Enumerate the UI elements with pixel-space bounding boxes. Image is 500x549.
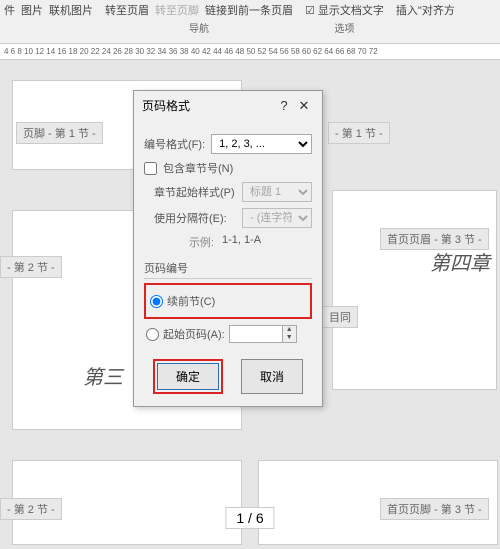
cancel-button[interactable]: 取消 — [241, 359, 303, 394]
footer-section1-tag: 页脚 - 第 1 节 - — [16, 122, 103, 144]
ribbon-group-insert: 件 图片 联机图片 — [4, 2, 93, 41]
ribbon-group-options: ☑ 显示文档文字 选项 — [305, 2, 384, 41]
separator-label: 使用分隔符(E): — [154, 210, 236, 226]
start-at-label: 起始页码(A): — [163, 326, 225, 342]
dialog-titlebar: 页码格式 ? ✕ — [134, 91, 322, 120]
same-as-prev-tag: 目同 — [322, 306, 358, 328]
page-fragment-right: 第四章 — [332, 190, 497, 390]
first-footer-section3-tag: 首页页脚 - 第 3 节 - — [380, 498, 489, 520]
continue-option-highlight: 续前节(C) — [144, 283, 312, 319]
section2-tag-a: - 第 2 节 - — [0, 256, 62, 278]
horizontal-ruler: 4 6 8 10 12 14 16 18 20 22 24 26 28 30 3… — [0, 44, 500, 60]
nav-group-label: 导航 — [189, 20, 209, 35]
chapter-style-label: 章节起始样式(P) — [154, 184, 236, 200]
include-chapter-checkbox[interactable] — [144, 162, 157, 175]
dialog-title-text: 页码格式 — [142, 97, 274, 114]
ok-button[interactable]: 确定 — [157, 363, 219, 390]
sample-value: 1-1, 1-A — [222, 234, 261, 250]
start-at-radio[interactable] — [146, 328, 159, 341]
number-format-label: 编号格式(F): — [144, 136, 205, 152]
ribbon-item-online-picture[interactable]: 联机图片 — [49, 2, 93, 18]
start-at-spinner[interactable]: ▲▼ — [229, 325, 297, 343]
sample-label: 示例: — [144, 234, 214, 250]
page-number-display: 1 / 6 — [225, 507, 274, 529]
number-format-select[interactable]: 1, 2, 3, ... — [211, 134, 312, 154]
footer-section1-tag-right: - 第 1 节 - — [328, 122, 390, 144]
ribbon: 件 图片 联机图片 转至页眉 转至页脚 链接到前一条页眉 导航 ☑ 显示文档文字… — [0, 0, 500, 44]
watermark: 知乎 @等风来 — [423, 527, 492, 543]
dialog-close-button[interactable]: ✕ — [294, 98, 314, 114]
continue-previous-radio[interactable] — [150, 295, 163, 308]
separator-select: - (连字符) — [242, 208, 312, 228]
ribbon-item-picture[interactable]: 图片 — [21, 2, 43, 18]
dialog-help-button[interactable]: ? — [274, 98, 294, 113]
chapter-3-text: 第三 — [83, 361, 123, 390]
start-at-input[interactable] — [230, 326, 282, 342]
insert-align-tab[interactable]: 插入"对齐方 — [396, 2, 455, 18]
continue-previous-label: 续前节(C) — [167, 293, 215, 309]
chapter-4-text: 第四章 — [430, 247, 490, 276]
page-number-format-dialog: 页码格式 ? ✕ 编号格式(F): 1, 2, 3, ... 包含章节号(N) … — [133, 90, 323, 407]
include-chapter-label: 包含章节号(N) — [163, 160, 233, 176]
ribbon-item-file[interactable]: 件 — [4, 2, 15, 18]
page-numbering-header: 页码编号 — [144, 260, 312, 279]
spinner-down[interactable]: ▼ — [282, 334, 296, 342]
chapter-style-select: 标题 1 — [242, 182, 312, 202]
goto-header[interactable]: 转至页眉 — [105, 2, 149, 18]
checkbox-show-doc-text[interactable]: ☑ 显示文档文字 — [305, 2, 384, 18]
link-to-previous[interactable]: 链接到前一条页眉 — [205, 2, 293, 18]
spinner-up[interactable]: ▲ — [282, 326, 296, 334]
ribbon-group-nav: 转至页眉 转至页脚 链接到前一条页眉 导航 — [105, 2, 293, 41]
ribbon-group-insert-align: 插入"对齐方 — [396, 2, 455, 41]
options-group-label: 选项 — [334, 20, 354, 35]
section2-tag-b: - 第 2 节 - — [0, 498, 62, 520]
goto-footer[interactable]: 转至页脚 — [155, 2, 199, 18]
ok-highlight: 确定 — [153, 359, 223, 394]
first-header-section3-tag: 首页页眉 - 第 3 节 - — [380, 228, 489, 250]
